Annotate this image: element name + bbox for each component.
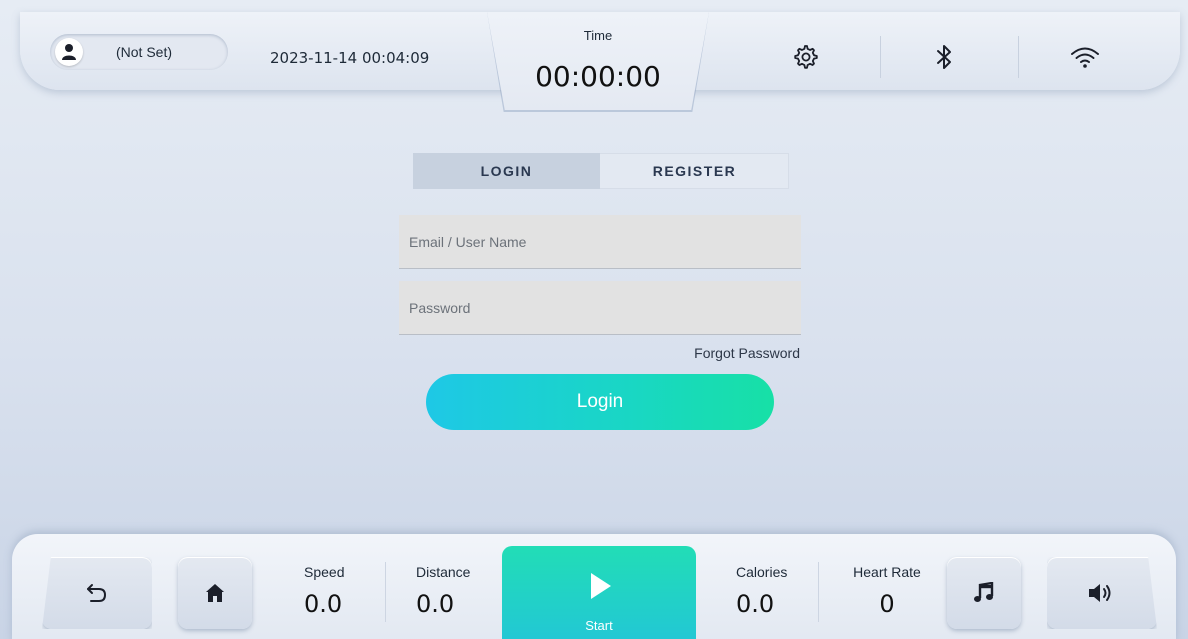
volume-icon xyxy=(1089,584,1111,602)
user-avatar-icon xyxy=(55,38,83,66)
tab-login[interactable]: LOGIN xyxy=(413,153,600,189)
calories-metric: Calories 0.0 xyxy=(736,564,787,618)
speed-label: Speed xyxy=(304,564,345,580)
treadmill-console-screen: (Not Set) 2023-11-14 00:04:09 Time 00:00… xyxy=(0,0,1188,639)
settings-gear-icon[interactable] xyxy=(793,44,819,70)
speed-metric: Speed 0.0 xyxy=(304,564,344,618)
distance-metric: Distance 0.0 xyxy=(416,564,470,618)
back-button[interactable] xyxy=(42,557,152,629)
metric-divider xyxy=(385,562,386,622)
time-label: Time xyxy=(583,28,613,43)
home-button[interactable] xyxy=(178,557,252,629)
auth-tabs: LOGIN REGISTER xyxy=(413,153,789,189)
tab-register[interactable]: REGISTER xyxy=(600,153,789,189)
home-icon xyxy=(206,584,224,602)
back-arrow-icon xyxy=(87,584,107,602)
top-bar-divider xyxy=(880,36,881,78)
forgot-password-link[interactable]: Forgot Password xyxy=(640,345,800,361)
distance-value: 0.0 xyxy=(416,590,455,618)
heart-rate-value: 0 xyxy=(879,590,895,618)
time-value: 00:00:00 xyxy=(535,60,661,93)
email-username-field[interactable] xyxy=(399,215,801,269)
top-bar-divider xyxy=(1018,36,1019,78)
bluetooth-icon[interactable] xyxy=(932,44,958,70)
workout-timer: Time 00:00:00 xyxy=(487,12,709,110)
user-name: (Not Set) xyxy=(116,44,173,60)
play-icon xyxy=(591,573,611,599)
volume-button[interactable] xyxy=(1047,557,1157,629)
wifi-icon[interactable] xyxy=(1070,44,1100,70)
heart-rate-metric: Heart Rate 0 xyxy=(850,564,924,618)
music-button[interactable] xyxy=(947,557,1021,629)
password-field[interactable] xyxy=(399,281,801,335)
distance-label: Distance xyxy=(416,564,471,580)
metric-divider xyxy=(818,562,819,622)
heart-rate-label: Heart Rate xyxy=(853,564,921,580)
start-label: Start xyxy=(585,618,613,633)
start-button[interactable]: Start xyxy=(502,546,696,639)
user-profile-pill[interactable]: (Not Set) xyxy=(50,34,228,70)
current-datetime: 2023-11-14 00:04:09 xyxy=(270,49,430,67)
login-button[interactable]: Login xyxy=(426,374,774,430)
calories-label: Calories xyxy=(736,564,788,580)
music-note-icon xyxy=(974,582,994,602)
calories-value: 0.0 xyxy=(736,590,775,618)
speed-value: 0.0 xyxy=(304,590,343,618)
